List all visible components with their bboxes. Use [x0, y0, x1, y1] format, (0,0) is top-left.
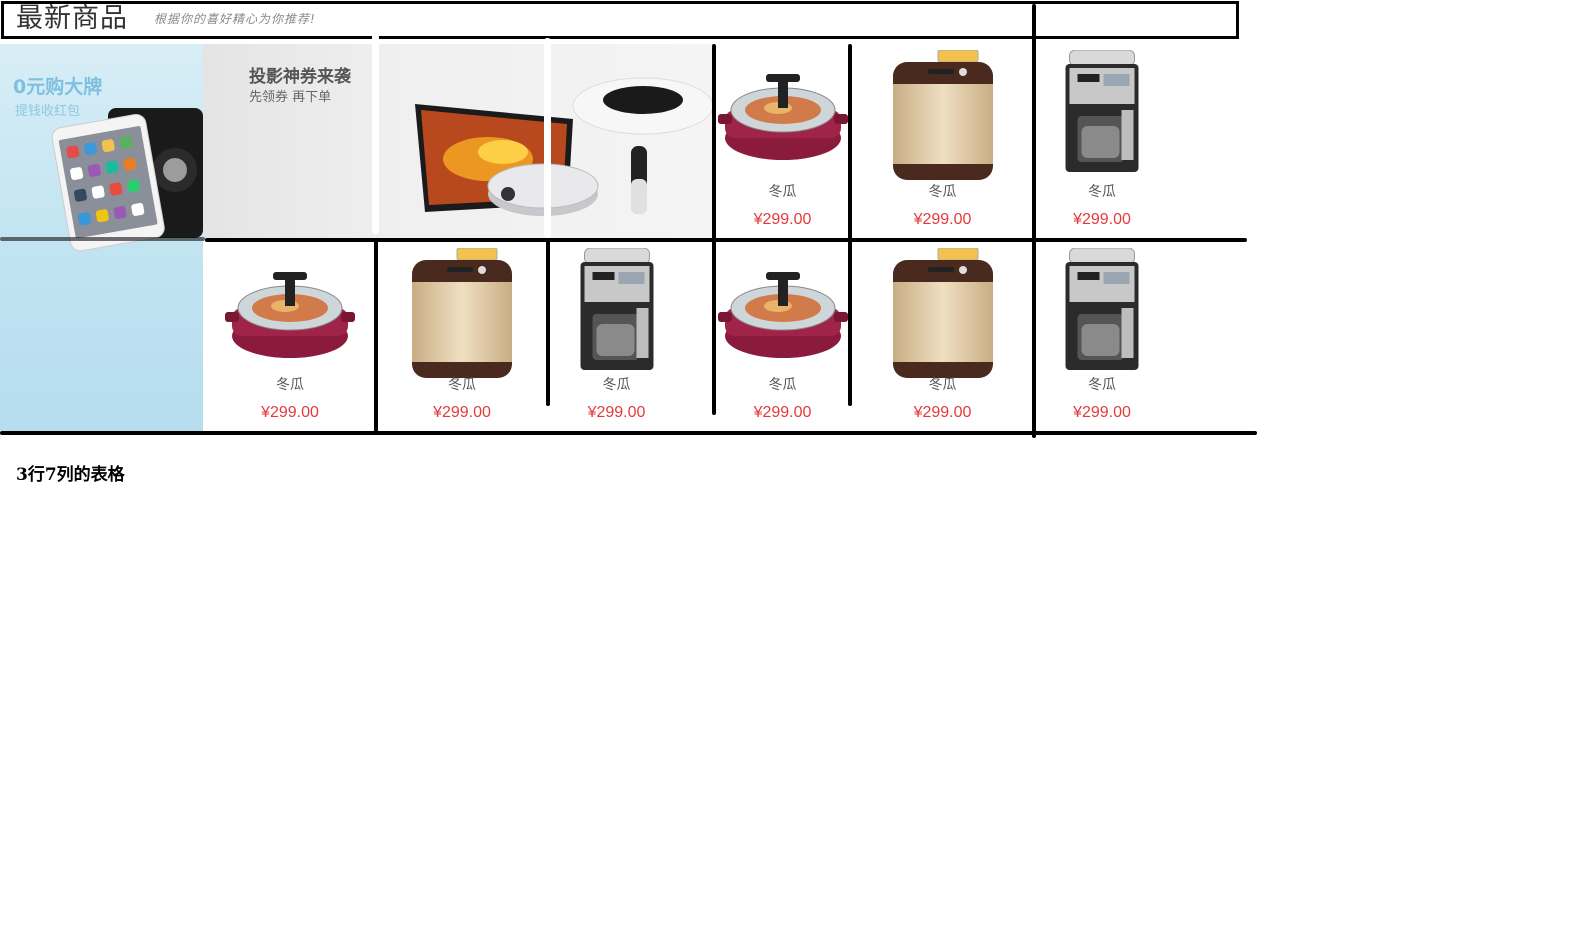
divider	[1032, 4, 1036, 438]
product-name[interactable]: 冬瓜	[851, 181, 1034, 201]
product-name[interactable]: 冬瓜	[1036, 374, 1168, 394]
product-card[interactable]: 冬瓜 ¥299.00	[715, 44, 850, 239]
product-name[interactable]: 冬瓜	[715, 374, 850, 394]
promo-banner-title: 0元购大牌	[13, 76, 103, 98]
product-price: ¥299.00	[433, 404, 491, 421]
product-card[interactable]: 冬瓜 ¥299.00	[205, 242, 375, 432]
product-card[interactable]: 冬瓜 ¥299.00	[851, 44, 1034, 239]
divider	[544, 38, 551, 238]
page-subtitle: 根据你的喜好精心为你推荐!	[154, 12, 316, 26]
product-card[interactable]: 冬瓜 ¥299.00	[549, 242, 684, 432]
page-title: 最新商品	[16, 3, 128, 34]
bread-maker-icon	[888, 247, 998, 387]
coffee-maker-icon	[1060, 49, 1145, 179]
product-card[interactable]: 冬瓜 ¥299.00	[377, 242, 547, 432]
coffee-maker-icon	[574, 247, 659, 377]
product-name[interactable]: 冬瓜	[851, 374, 1034, 394]
table-caption: 3行7列的表格	[16, 465, 125, 485]
product-card[interactable]: 冬瓜 ¥299.00	[851, 242, 1034, 432]
product-card[interactable]: 冬瓜 ¥299.00	[1036, 242, 1168, 432]
electric-skillet-icon	[225, 248, 355, 372]
product-price: ¥299.00	[1073, 404, 1131, 421]
product-price: ¥299.00	[753, 211, 812, 228]
product-card[interactable]: 冬瓜 ¥299.00	[715, 242, 850, 432]
divider	[205, 238, 1247, 242]
divider	[372, 34, 379, 234]
promo-banner-projector[interactable]: 投影神券来袭 先领券 再下单	[203, 44, 715, 239]
product-card[interactable]: 冬瓜 ¥299.00	[1036, 44, 1168, 239]
product-name[interactable]: 冬瓜	[1036, 181, 1168, 201]
divider	[0, 237, 205, 241]
electric-skillet-icon	[717, 50, 848, 174]
smartphone-icon	[51, 108, 203, 252]
bread-maker-icon	[407, 247, 517, 387]
divider	[0, 431, 1257, 435]
coffee-maker-icon	[1060, 247, 1145, 377]
product-price: ¥299.00	[261, 404, 319, 421]
product-price: ¥299.00	[753, 404, 812, 421]
product-name[interactable]: 冬瓜	[377, 374, 547, 394]
product-price: ¥299.00	[913, 211, 972, 228]
product-name[interactable]: 冬瓜	[205, 374, 375, 394]
electric-skillet-icon	[717, 248, 848, 372]
bread-maker-icon	[888, 49, 998, 189]
product-price: ¥299.00	[913, 404, 972, 421]
section-header: 最新商品 根据你的喜好精心为你推荐!	[1, 1, 1239, 39]
product-name[interactable]: 冬瓜	[549, 374, 684, 394]
divider	[712, 44, 716, 415]
product-price: ¥299.00	[1073, 211, 1131, 228]
divider	[374, 240, 378, 432]
divider	[848, 44, 852, 406]
projector-icon	[415, 77, 714, 216]
divider	[546, 240, 550, 406]
product-name[interactable]: 冬瓜	[715, 181, 850, 201]
product-price: ¥299.00	[587, 404, 646, 421]
